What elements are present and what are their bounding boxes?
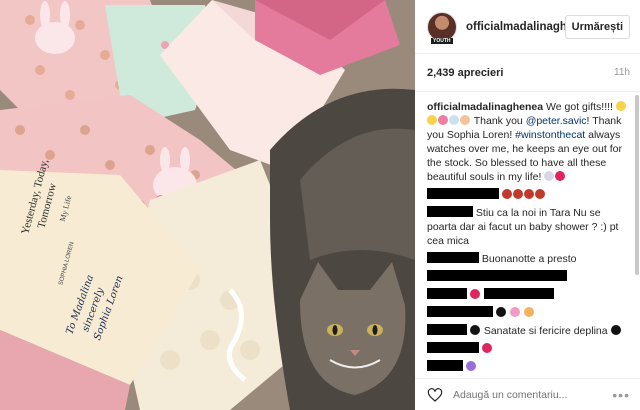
redacted-username <box>427 206 473 217</box>
comment-text: Buonanotte a presto <box>481 253 577 265</box>
following-button[interactable]: Urmărești <box>564 14 630 39</box>
comment: Stiu ca la noi in Tara Nu se poarta dar … <box>427 206 630 248</box>
black-heart-icon <box>495 307 506 317</box>
add-comment-row: ••• <box>415 378 640 410</box>
instagram-post: Yesterday, Today, Tomorrow My Life SOPHI… <box>0 0 640 410</box>
comment: Sanatate si fericire deplina <box>427 324 630 338</box>
purple-heart-icon <box>465 361 476 371</box>
emoji-smile-icon <box>427 115 437 125</box>
post-photo[interactable]: Yesterday, Today, Tomorrow My Life SOPHI… <box>0 0 415 410</box>
comment <box>427 270 630 284</box>
post-time[interactable]: 11h <box>614 67 630 78</box>
redacted-username <box>427 288 467 299</box>
emoji-baby-icon <box>460 115 470 125</box>
redacted-username <box>427 306 493 317</box>
red-heart-icon <box>469 289 480 299</box>
avatar[interactable]: YOUTH <box>427 11 457 44</box>
redacted-text <box>483 288 554 299</box>
comment <box>427 342 630 356</box>
caption: officialmadalinaghenea We got gifts!!!! … <box>427 100 630 184</box>
black-heart-icon <box>610 325 621 335</box>
comments-scrollbar[interactable] <box>635 95 639 275</box>
redacted-username <box>427 342 479 353</box>
post-header: YOUTH officialmadalinaghenea Urmărești <box>415 0 640 54</box>
cat-face-icon <box>523 307 534 317</box>
add-comment-input[interactable] <box>453 388 613 401</box>
emoji-mountain-icon <box>544 171 555 181</box>
emoji-heart-eyes-icon <box>615 101 626 111</box>
comment <box>427 188 630 202</box>
caption-username[interactable]: officialmadalinaghenea <box>427 101 543 113</box>
caption-text-1: We got gifts!!!! <box>546 101 613 113</box>
rose-icon <box>512 189 523 199</box>
redacted-username <box>427 324 467 335</box>
photo-illustration: Yesterday, Today, Tomorrow My Life SOPHI… <box>0 0 415 410</box>
red-heart-icon <box>481 343 492 353</box>
post-username[interactable]: officialmadalinaghenea <box>466 21 565 33</box>
comment <box>427 360 630 374</box>
mention-peter-savic[interactable]: @peter.savic <box>526 115 587 127</box>
flower-icon <box>509 307 520 317</box>
rose-icon <box>501 189 512 199</box>
comment <box>427 288 630 302</box>
redacted-username <box>427 270 567 281</box>
redacted-username <box>427 188 499 199</box>
black-heart-icon <box>469 325 480 335</box>
emoji-gift-heart-icon <box>438 115 448 125</box>
likes-count[interactable]: 2,439 aprecieri <box>427 67 503 79</box>
emoji-bottle-icon <box>449 115 459 125</box>
post-meta: 2,439 aprecieri 11h <box>415 54 640 92</box>
rose-icon <box>534 189 545 199</box>
avatar-badge: YOUTH <box>431 37 453 44</box>
redacted-username <box>427 360 463 371</box>
more-options-icon[interactable]: ••• <box>612 387 630 403</box>
red-heart-icon <box>555 171 566 181</box>
caption-text-2: Thank you <box>473 115 523 127</box>
comments-list: officialmadalinaghenea We got gifts!!!! … <box>415 92 640 378</box>
hashtag-winstonthecat[interactable]: #winstonthecat <box>515 129 585 141</box>
redacted-username <box>427 252 479 263</box>
like-heart-icon[interactable] <box>427 387 443 403</box>
post-sidebar: YOUTH officialmadalinaghenea Urmărești 2… <box>415 0 640 410</box>
comment: Buonanotte a presto <box>427 252 630 266</box>
comment-text: Sanatate si fericire deplina <box>483 325 608 337</box>
rose-icon <box>523 189 534 199</box>
comment <box>427 306 630 320</box>
